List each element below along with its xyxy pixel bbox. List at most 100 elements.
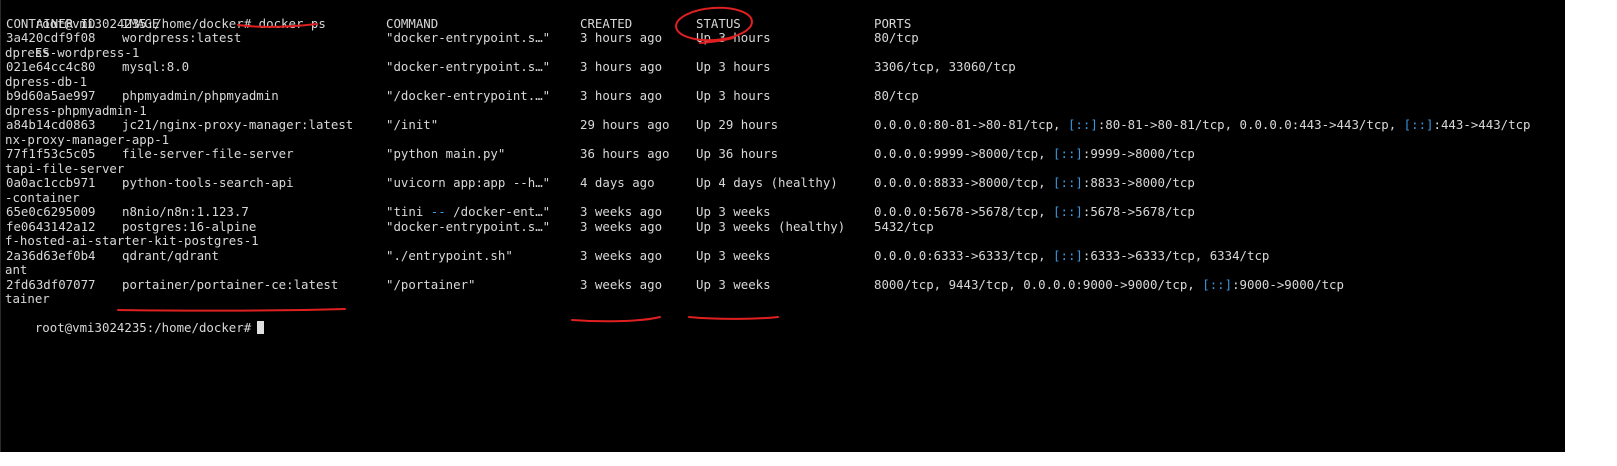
port-text: 8000/tcp, 9443/tcp, 0.0.0.0:9000->9000/t… [874,276,1203,292]
container-ports: 0.0.0.0:6333->6333/tcp, [::]:6333->6333/… [874,247,1270,264]
container-image: postgres:16-alpine [122,218,257,234]
port-highlight: [::] [1067,117,1098,132]
container-created: 3 weeks ago [580,247,663,263]
final-prompt-line[interactable]: root@vmi3024235:/home/docker# [5,307,1565,335]
port-text: :6333->6333/tcp, 6334/tcp [1082,247,1270,263]
container-created: 4 days ago [580,175,655,190]
port-text: 80/tcp [874,30,919,45]
port-text: :80-81->80-81/tcp, 0.0.0.0:443->443/tcp, [1097,117,1404,132]
container-id: fe0643142a12 [6,218,96,234]
container-image: python-tools-search-api [122,175,294,190]
port-text: 5432/tcp [874,218,934,234]
container-created: 3 weeks ago [580,204,663,219]
command-highlight: -- [430,204,446,219]
container-ports: 0.0.0.0:9999->8000/tcp, [::]:9999->8000/… [874,146,1195,162]
container-status: Up 29 hours [696,117,779,132]
table-row: 2fd63df07077 portainer/portainer-ce:lates… [5,276,1565,293]
container-status: Up 3 hours [696,30,771,45]
command-text: "tini [386,204,431,219]
container-ports: 80/tcp [874,30,919,46]
table-row: 3a420cdf9f08 wordpress:latest "docker-entr… [5,30,1565,46]
port-highlight: [::] [1403,117,1434,132]
port-text: :8833->8000/tcp [1082,175,1195,190]
container-name-wrapped: dpress-phpmyadmin-1 [5,102,147,118]
container-id: 77f1f53c5c05 [6,146,96,161]
container-id: 65e0c6295009 [6,204,96,219]
port-text: 0.0.0.0:5678->5678/tcp, [874,204,1054,219]
container-image: qdrant/qdrant [122,247,219,263]
container-created: 3 hours ago [580,30,663,45]
container-image: file-server-file-server [122,146,294,161]
port-text: 0.0.0.0:80-81->80-81/tcp, [874,117,1068,132]
port-text: :443->443/tcp [1433,117,1531,132]
container-status: Up 3 weeks [696,247,771,263]
container-created: 3 weeks ago [580,276,663,292]
container-id: 021e64cc4c80 [6,59,96,74]
table-row: 77f1f53c5c05 file-server-file-server "pyth… [5,146,1565,162]
table-row: a84b14cd0863 jc21/nginx-proxy-manager:lat… [5,117,1565,133]
container-id: 0a0ac1ccb971 [6,175,96,190]
container-name-wrapped: tainer [5,291,50,306]
container-name-wrapped: nx-proxy-manager-app-1 [5,131,170,147]
container-command: "python main.py" [386,146,506,161]
container-status: Up 3 weeks (healthy) [696,218,846,234]
container-name-wrapped: dpress-wordpress-1 [5,44,140,60]
container-name-wrapped: tapi-file-server [5,160,125,176]
container-status: Up 4 days (healthy) [696,175,838,190]
container-command: "tini -- /docker-ent…" [386,204,551,220]
port-text: 0.0.0.0:9999->8000/tcp, [874,146,1054,161]
container-command: "/portainer" [386,276,476,292]
container-ports: 80/tcp [874,88,919,104]
container-id: 3a420cdf9f08 [6,30,96,45]
cursor [257,321,265,334]
container-ports: 0.0.0.0:5678->5678/tcp, [::]:5678->5678/… [874,204,1195,220]
table-row: b9d60a5ae997 phpmyadmin/phpmyadmin "/docke… [5,88,1565,104]
container-image: jc21/nginx-proxy-manager:latest [122,117,354,132]
port-highlight: [::] [1053,146,1083,161]
container-command: "docker-entrypoint.s…" [386,59,551,74]
container-command: "/init" [386,117,439,132]
container-ports: 3306/tcp, 33060/tcp [874,59,1016,75]
container-status: Up 3 hours [696,88,771,103]
port-highlight: [::] [1053,247,1083,263]
container-status: Up 3 weeks [696,276,771,292]
port-text: 3306/tcp, 33060/tcp [874,59,1016,74]
container-ports: 8000/tcp, 9443/tcp, 0.0.0.0:9000->9000/t… [874,276,1344,293]
port-text: :5678->5678/tcp [1082,204,1195,219]
table-row: 0a0ac1ccb971 python-tools-search-api "uvic… [5,175,1565,191]
container-status: Up 3 weeks [696,204,771,219]
container-id: 2a36d63ef0b4 [6,247,96,263]
port-text: 0.0.0.0:8833->8000/tcp, [874,175,1054,190]
container-created: 3 hours ago [580,59,663,74]
container-id: a84b14cd0863 [6,117,96,132]
container-name-wrapped: dpress-db-1 [5,73,88,89]
container-name-wrapped: ant [5,262,28,277]
container-command: "./entrypoint.sh" [386,247,513,263]
terminal-window[interactable]: root@vmi3024235:/home/docker# docker ps … [0,0,1565,452]
table-row: 021e64cc4c80 mysql:8.0 "docker-entrypoint.… [5,59,1565,75]
table-row: fe0643142a12 postgres:16-alpine "docker-en… [5,218,1565,235]
command-text: /docker-ent…" [445,204,551,219]
container-created: 36 hours ago [580,146,670,161]
container-image: phpmyadmin/phpmyadmin [122,88,279,103]
port-highlight: [::] [1053,204,1083,219]
container-command: "docker-entrypoint.s…" [386,30,551,45]
container-command: "uvicorn app:app --h…" [386,175,551,190]
container-command: "docker-entrypoint.s…" [386,218,551,234]
container-created: 3 weeks ago [580,218,663,234]
port-text: 0.0.0.0:6333->6333/tcp, [874,247,1054,263]
container-image: wordpress:latest [122,30,242,45]
container-command: "/docker-entrypoint.…" [386,88,551,103]
container-created: 3 hours ago [580,88,663,103]
container-image: portainer/portainer-ce:latest [122,276,339,292]
container-name-wrapped: -container [5,189,80,205]
port-highlight: [::] [1053,175,1083,190]
table-row: 2a36d63ef0b4 qdrant/qdrant "./entrypoint.s… [5,247,1565,264]
container-name-wrapped: f-hosted-ai-starter-kit-postgres-1 [5,233,259,248]
container-image: mysql:8.0 [122,59,190,74]
container-id: b9d60a5ae997 [6,88,96,103]
container-status: Up 36 hours [696,146,779,161]
command-line: root@vmi3024235:/home/docker# docker ps [5,2,1565,31]
port-text: 80/tcp [874,88,919,103]
table-row: 65e0c6295009 n8nio/n8n:1.123.7 "tini -- /d… [5,204,1565,220]
